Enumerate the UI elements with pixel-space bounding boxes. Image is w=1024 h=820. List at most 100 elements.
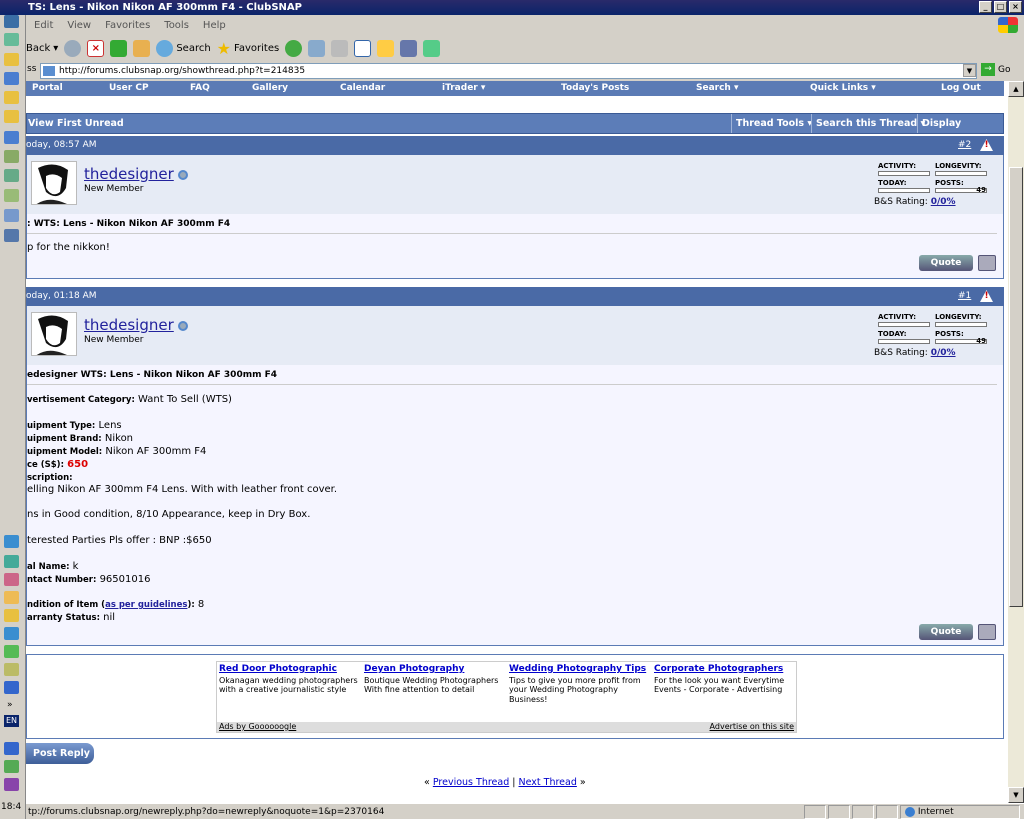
language-indicator[interactable]: EN: [4, 715, 19, 727]
nav-gallery[interactable]: Gallery: [252, 81, 288, 96]
nav-todays-posts[interactable]: Today's Posts: [561, 81, 629, 96]
app-icon[interactable]: [4, 229, 19, 242]
bs-rating-link[interactable]: 0/0%: [931, 348, 956, 358]
start-icon[interactable]: [4, 15, 19, 28]
avatar[interactable]: [31, 312, 77, 356]
refresh-icon[interactable]: [110, 39, 128, 57]
guidelines-link[interactable]: as per guidelines: [105, 600, 187, 610]
tray-icon[interactable]: [4, 742, 19, 755]
history-icon[interactable]: [285, 39, 303, 57]
avatar[interactable]: [31, 161, 77, 205]
vertical-scrollbar[interactable]: ▲ ▼: [1008, 81, 1024, 803]
edit-icon[interactable]: [354, 39, 372, 57]
note-icon[interactable]: [377, 39, 395, 57]
minimize-button[interactable]: _: [979, 1, 992, 13]
folder-icon[interactable]: [4, 53, 19, 66]
ie-icon[interactable]: [4, 72, 19, 85]
menu-view[interactable]: View: [67, 20, 91, 31]
favorites-button[interactable]: ★ Favorites: [217, 39, 280, 58]
search-button[interactable]: Search: [156, 39, 211, 57]
view-first-unread-link[interactable]: View First Unread: [28, 114, 124, 133]
app-icon[interactable]: [4, 535, 19, 548]
ie-icon[interactable]: [4, 627, 19, 640]
ad-link[interactable]: Deyan Photography: [364, 664, 504, 675]
scroll-up-button[interactable]: ▲: [1008, 81, 1024, 97]
nav-logout[interactable]: Log Out: [941, 81, 981, 96]
ie-icon[interactable]: [4, 131, 19, 144]
post-title: edesigner WTS: Lens - Nikon Nikon AF 300…: [27, 365, 997, 385]
stop-icon[interactable]: ×: [87, 39, 105, 57]
folder-icon[interactable]: [4, 91, 19, 104]
tray-icon[interactable]: [4, 778, 19, 791]
nav-calendar[interactable]: Calendar: [340, 81, 385, 96]
multiquote-button[interactable]: [978, 255, 996, 271]
next-thread-link[interactable]: Next Thread: [519, 777, 577, 788]
app-icon[interactable]: [4, 573, 19, 586]
status-url: tp://forums.clubsnap.org/newreply.php?do…: [28, 807, 385, 817]
menu-favorites[interactable]: Favorites: [105, 20, 150, 31]
folder-icon[interactable]: [4, 609, 19, 622]
tray-icon[interactable]: [4, 760, 19, 773]
username-link[interactable]: thedesigner: [84, 316, 188, 334]
google-ads: Red Door Photographic Okanagan wedding ph…: [216, 661, 797, 733]
menu-edit[interactable]: Edit: [34, 20, 53, 31]
ad-link[interactable]: Red Door Photographic: [219, 664, 359, 675]
back-button[interactable]: Back ▾: [26, 43, 58, 54]
pen-icon[interactable]: [4, 150, 19, 163]
menu-help[interactable]: Help: [203, 20, 226, 31]
maximize-button[interactable]: □: [994, 1, 1007, 13]
ad-link[interactable]: Wedding Photography Tips: [509, 664, 649, 675]
multiquote-button[interactable]: [978, 624, 996, 640]
app-icon[interactable]: [4, 189, 19, 202]
today-label: TODAY:: [878, 179, 907, 187]
bs-rating-link[interactable]: 0/0%: [931, 197, 956, 207]
pen-icon[interactable]: [4, 663, 19, 676]
thread-tools-menu[interactable]: Thread Tools ▾: [731, 114, 816, 133]
plane-icon[interactable]: [4, 681, 19, 694]
app-icon[interactable]: [4, 209, 19, 222]
nav-itrader[interactable]: iTrader ▾: [442, 81, 485, 96]
nav-search[interactable]: Search ▾: [696, 81, 739, 96]
music-icon[interactable]: [4, 169, 19, 182]
app-icon[interactable]: [4, 645, 19, 658]
more-icon[interactable]: »: [7, 700, 13, 710]
go-button[interactable]: → Go: [981, 63, 1010, 76]
previous-thread-link[interactable]: Previous Thread: [433, 777, 509, 788]
online-status-icon: [177, 169, 188, 180]
address-dropdown-icon[interactable]: ▼: [963, 64, 976, 77]
menu-tools[interactable]: Tools: [164, 20, 189, 31]
username-link[interactable]: thedesigner: [84, 165, 188, 183]
forward-icon[interactable]: [64, 39, 82, 57]
mail-icon[interactable]: [308, 39, 326, 57]
home-icon[interactable]: [133, 39, 151, 57]
close-button[interactable]: ×: [1009, 1, 1022, 13]
scroll-thumb[interactable]: [1009, 167, 1023, 607]
post-reply-button[interactable]: Post Reply: [26, 743, 94, 764]
scroll-down-button[interactable]: ▼: [1008, 787, 1024, 803]
folder-icon[interactable]: [4, 110, 19, 123]
quote-button[interactable]: Quote: [919, 255, 973, 271]
address-input[interactable]: http://forums.clubsnap.org/showthread.ph…: [40, 63, 977, 79]
messenger-icon[interactable]: [400, 39, 418, 57]
quote-button[interactable]: Quote: [919, 624, 973, 640]
display-modes-menu[interactable]: Display Modes ▾: [917, 114, 1003, 148]
app-icon[interactable]: [4, 33, 19, 46]
post-number[interactable]: #1: [958, 287, 971, 306]
tool-icon[interactable]: [423, 39, 441, 57]
search-icon: [156, 39, 174, 57]
app-icon[interactable]: [4, 591, 19, 604]
post-number[interactable]: #2: [958, 136, 971, 155]
nav-user-cp[interactable]: User CP: [109, 81, 149, 96]
report-icon[interactable]: !: [980, 139, 993, 151]
ad-link[interactable]: Corporate Photographers: [654, 664, 794, 675]
advertise-link[interactable]: Advertise on this site: [710, 722, 794, 732]
print-icon[interactable]: [331, 39, 349, 57]
nav-faq[interactable]: FAQ: [190, 81, 210, 96]
ads-by-link[interactable]: Ads by Goooooogle: [219, 722, 296, 732]
post-header: oday, 01:18 AM #1 !: [26, 287, 1004, 306]
search-thread-menu[interactable]: Search this Thread ▾: [811, 114, 929, 133]
app-icon[interactable]: [4, 555, 19, 568]
nav-quick-links[interactable]: Quick Links ▾: [810, 81, 876, 96]
nav-portal[interactable]: Portal: [32, 81, 63, 96]
report-icon[interactable]: !: [980, 290, 993, 302]
